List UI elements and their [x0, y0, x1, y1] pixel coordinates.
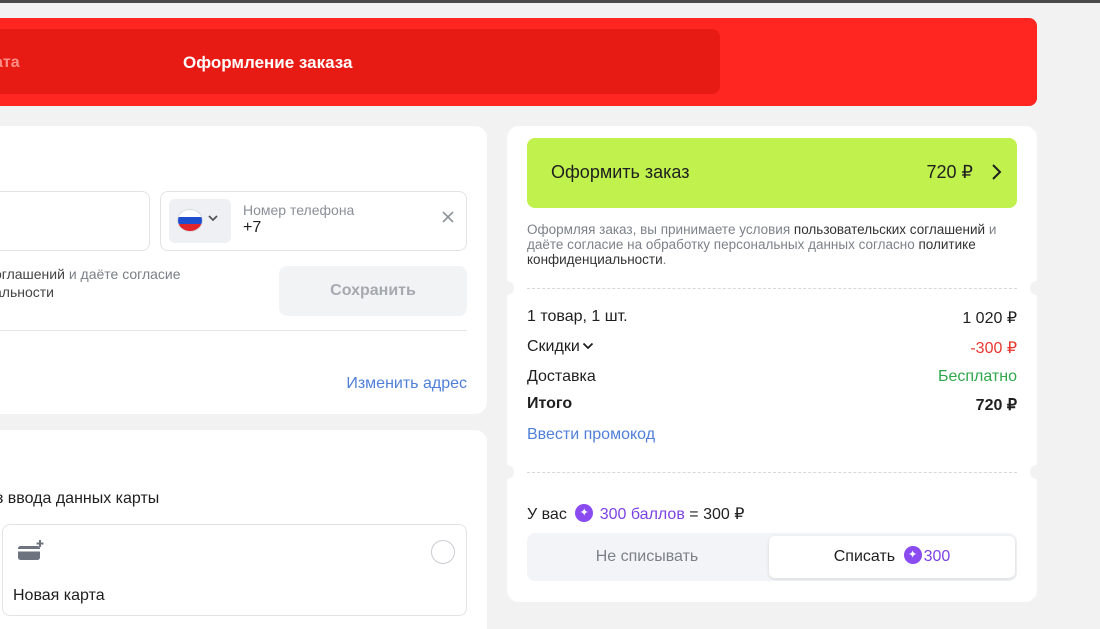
phone-input[interactable]: +7	[243, 219, 261, 237]
ticket-notch	[1030, 465, 1044, 479]
name-field[interactable]	[0, 191, 150, 251]
window-top-border	[0, 0, 1100, 3]
bonus-coin-icon	[903, 546, 922, 564]
chevron-down-icon	[582, 340, 594, 354]
radio-icon[interactable]	[431, 540, 455, 564]
total-label: Итого	[527, 395, 573, 412]
items-label: 1 товар, 1 шт.	[527, 308, 628, 325]
discount-value: -300 ₽	[970, 340, 1017, 357]
delivery-value: Бесплатно	[937, 368, 1017, 385]
place-order-label: Оформить заказ	[551, 162, 690, 182]
promo-code-link[interactable]: Ввести промокод	[527, 426, 655, 444]
step-current-title: Оформление заказа	[183, 53, 353, 72]
bonus-coin-icon	[575, 504, 594, 522]
bonus-suffix: = 300 ₽	[689, 506, 745, 523]
terms-text-part: Оформляя заказ, вы принимаете условия	[527, 222, 794, 237]
checkout-header	[0, 18, 1037, 106]
consent-text-rest: и даёте согласие	[64, 266, 181, 282]
close-icon[interactable]	[442, 208, 454, 226]
spend-label: Списать	[833, 548, 896, 565]
header-steps-bar	[0, 29, 720, 94]
bonus-prefix: У вас	[527, 506, 567, 523]
user-agreements-link[interactable]: пользовательских соглашений	[794, 222, 985, 237]
bonus-points-link[interactable]: 300 баллов	[600, 506, 685, 523]
add-card-icon	[17, 539, 45, 561]
discount-label: Скидки	[527, 338, 580, 355]
phone-label: Номер телефона	[243, 202, 355, 218]
discount-toggle[interactable]: Скидки	[527, 338, 594, 356]
flag-ru-icon	[178, 210, 202, 231]
dashed-divider	[527, 288, 1017, 289]
country-code-select[interactable]	[169, 199, 231, 243]
consent-text: оглашений и даёте согласие альности	[0, 265, 254, 301]
place-order-button[interactable]: Оформить заказ 720 ₽	[527, 138, 1017, 208]
ticket-notch	[500, 281, 514, 295]
save-button[interactable]: Сохранить	[279, 266, 467, 316]
chevron-down-icon	[207, 212, 219, 227]
payment-hint: з ввода данных карты	[0, 490, 160, 507]
bonus-balance: У вас 300 баллов = 300 ₽	[527, 504, 744, 524]
consent-agreements-link[interactable]: оглашений	[0, 266, 65, 282]
items-value: 1 020 ₽	[962, 310, 1017, 327]
phone-field[interactable]: Номер телефона +7	[160, 191, 467, 251]
total-value: 720 ₽	[975, 397, 1017, 414]
no-spend-option[interactable]: Не списывать	[527, 533, 767, 581]
spend-amount: 300	[923, 548, 951, 565]
spend-option[interactable]: Списать 300	[769, 536, 1015, 578]
terms-text-part: .	[662, 252, 667, 267]
divider	[0, 330, 467, 331]
chevron-right-icon	[989, 161, 1003, 183]
new-card-option[interactable]: Новая карта	[2, 524, 467, 616]
dashed-divider	[527, 472, 1017, 473]
step-previous[interactable]: ата	[0, 54, 20, 72]
place-order-price: 720 ₽	[926, 162, 974, 182]
terms-text: Оформляя заказ, вы принимаете условия по…	[527, 222, 1007, 267]
change-address-link[interactable]: Изменить адрес	[346, 375, 467, 393]
ticket-notch	[500, 465, 514, 479]
consent-privacy-link[interactable]: альности	[0, 284, 54, 300]
delivery-label: Доставка	[527, 368, 596, 385]
ticket-notch	[1030, 281, 1044, 295]
new-card-label: Новая карта	[13, 587, 105, 604]
bonus-spend-toggle: Не списывать Списать 300	[527, 533, 1017, 581]
